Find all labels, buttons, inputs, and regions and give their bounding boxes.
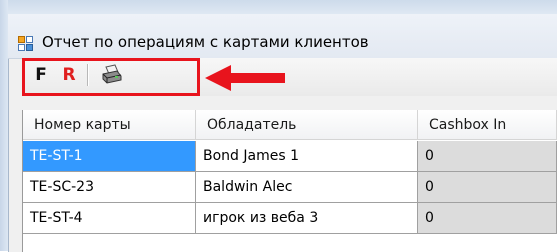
column-header-owner[interactable]: Обладатель [196, 110, 418, 140]
table-cell-cashbox-in[interactable]: 0 [418, 172, 557, 203]
table-cell-owner[interactable]: Baldwin Alec [196, 172, 418, 203]
table-cell-card-number[interactable]: TE-SC-23 [23, 172, 196, 203]
pointer-arrow-icon [205, 65, 285, 91]
column-header-cashbox-in[interactable]: Cashbox In [418, 110, 557, 140]
table-cell-cashbox-in[interactable]: 0 [418, 141, 557, 172]
table-cell-owner[interactable]: игрок из веба 3 [196, 203, 418, 234]
table-cell-owner[interactable]: Bond James 1 [196, 141, 418, 172]
window-title: Отчет по операциям с картами клиентов [42, 33, 369, 51]
window-frame-left [0, 0, 8, 251]
form-window-icon[interactable] [18, 36, 33, 51]
window-frame-top [0, 0, 557, 14]
toolbar-highlight-box [22, 58, 200, 96]
table-cell-cashbox-in[interactable]: 0 [418, 203, 557, 234]
table-cell-card-number[interactable]: TE-ST-1 [23, 141, 196, 172]
column-header-card-number[interactable]: Номер карты [23, 110, 196, 140]
table-cell-card-number[interactable]: TE-ST-4 [23, 203, 196, 234]
